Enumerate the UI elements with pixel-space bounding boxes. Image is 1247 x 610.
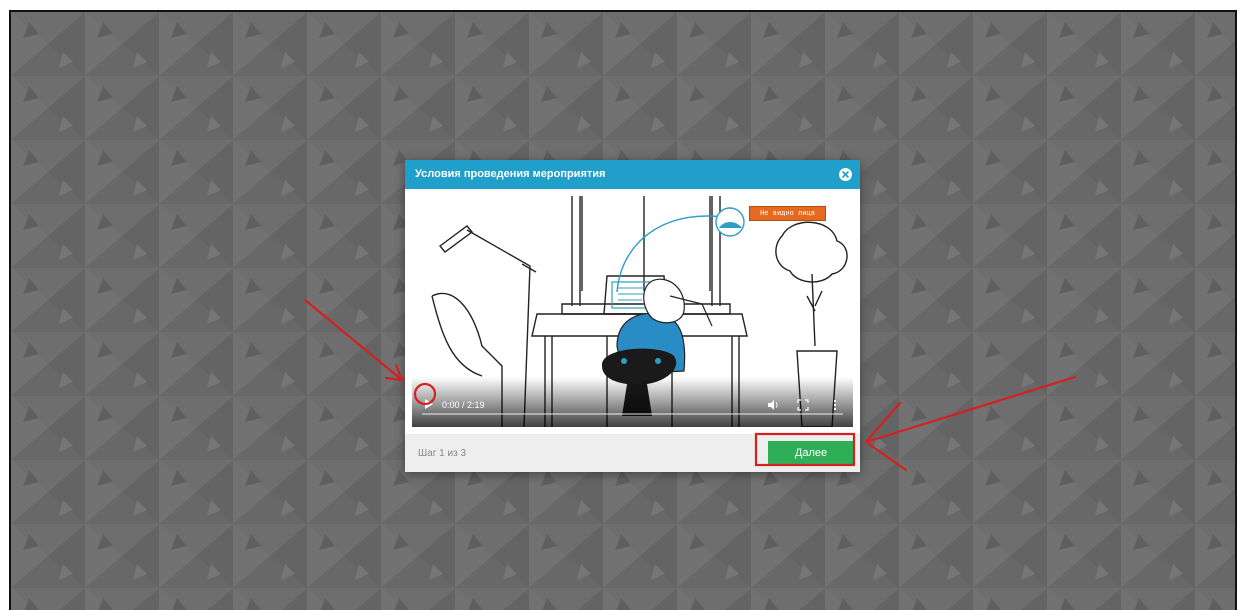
video-player[interactable]: Не видно лица 0:00 / 2:19 [412,196,853,427]
more-options-icon [833,399,837,411]
volume-icon [768,400,778,410]
next-button[interactable]: Далее [768,441,854,466]
video-controls: 0:00 / 2:19 [412,377,853,427]
close-button[interactable] [839,168,852,181]
annotation-label: Не видно лица [749,206,826,221]
video-progress-bar[interactable] [422,413,843,415]
fullscreen-icon [797,399,809,411]
close-icon [842,171,849,178]
play-icon [425,399,433,409]
video-time: 0:00 / 2:19 [442,400,485,410]
step-indicator: Шаг 1 из 3 [418,448,467,459]
conditions-modal: Условия проведения мероприятия Не видно … [405,160,860,472]
modal-header: Условия проведения мероприятия [405,160,860,189]
page-background: Условия проведения мероприятия Не видно … [9,10,1237,610]
annotation-label-text: Не видно лица [760,209,815,217]
modal-footer: Шаг 1 из 3 Далее [405,434,860,472]
play-button[interactable] [421,397,435,411]
modal-title: Условия проведения мероприятия [415,168,606,180]
